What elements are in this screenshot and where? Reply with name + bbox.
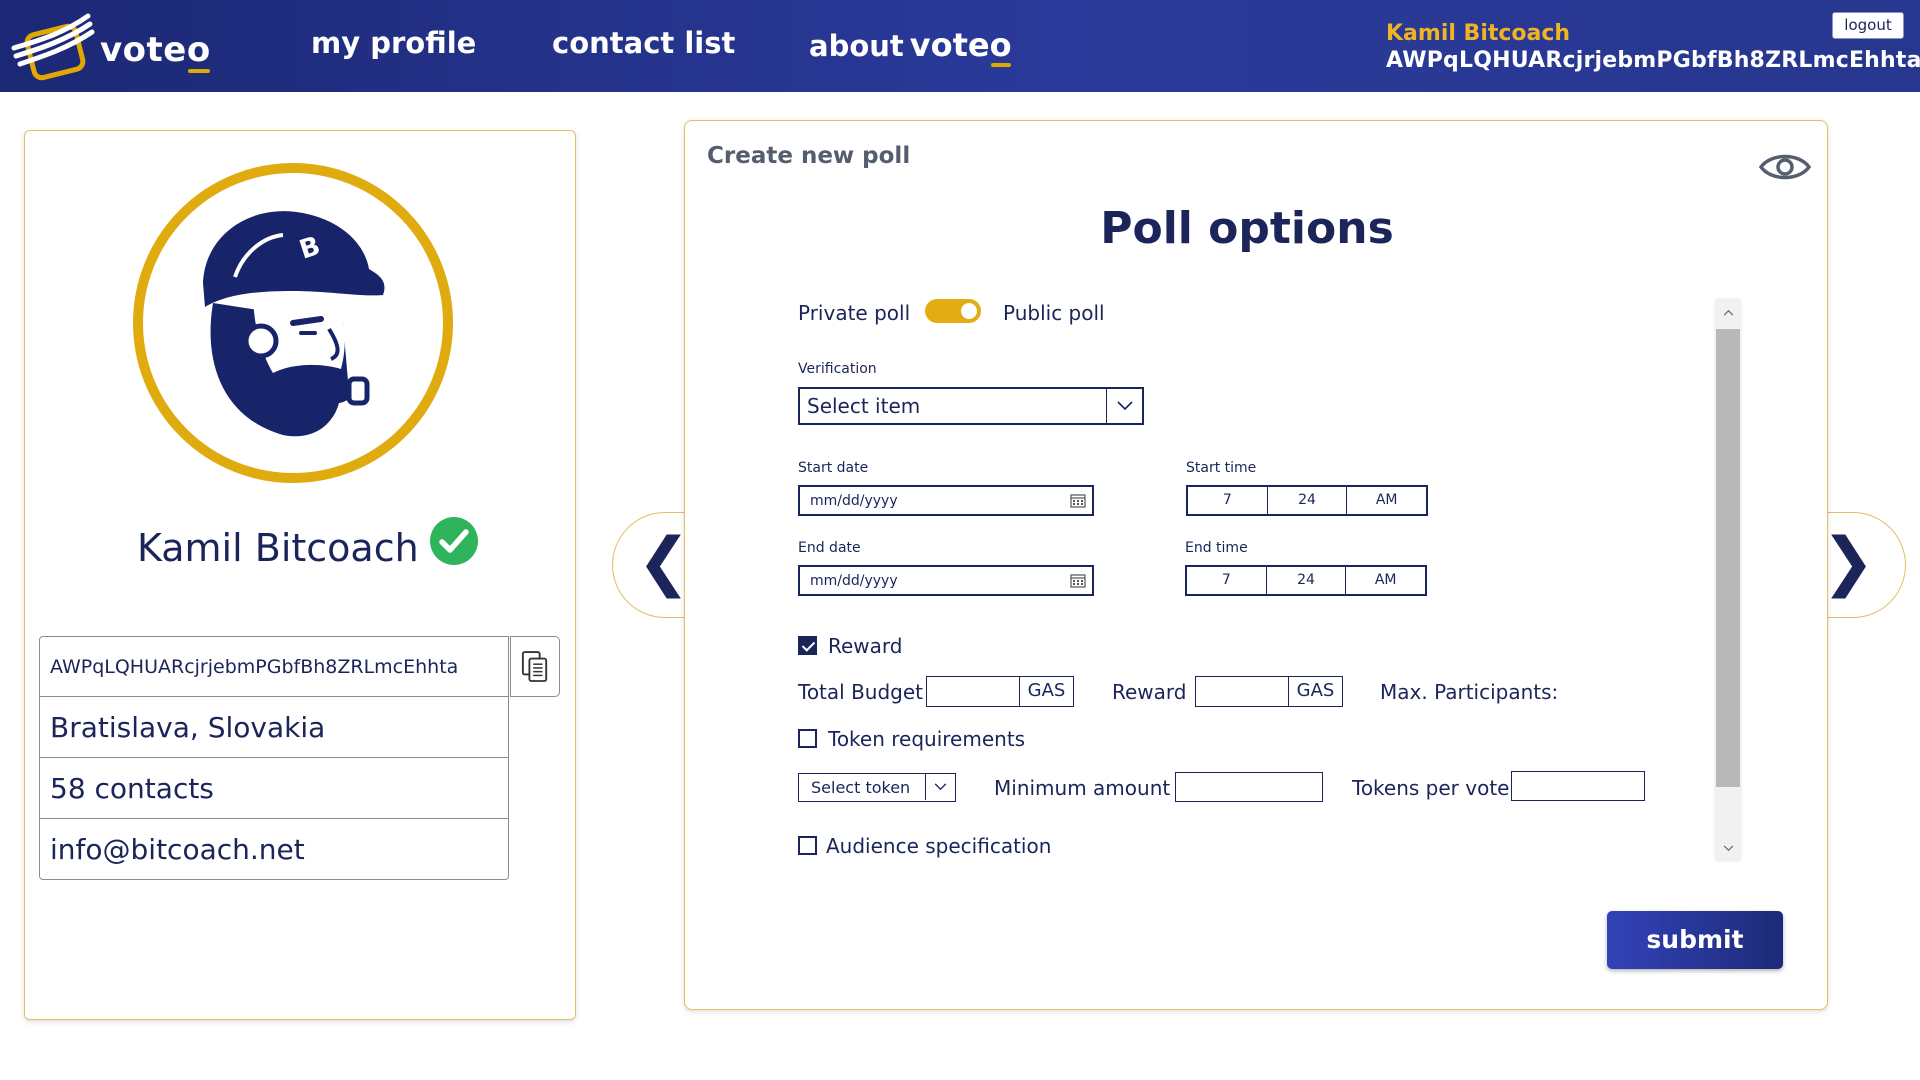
copy-icon — [521, 650, 548, 682]
profile-info-list: AWPqLQHUARcjrjebmPGbfBh8ZRLmcEhhta Brati… — [39, 636, 509, 880]
nav-contact-list[interactable]: contact list — [552, 26, 735, 60]
start-time-minute[interactable]: 24 — [1268, 487, 1348, 514]
bearded-man-cap-pipe-icon: B — [203, 211, 385, 437]
end-date-label: End date — [798, 540, 861, 556]
brand-logo[interactable]: voteo — [10, 10, 211, 82]
nav-my-profile[interactable]: my profile — [311, 26, 476, 60]
verified-check-icon — [430, 517, 478, 565]
end-time-minute[interactable]: 24 — [1267, 567, 1347, 594]
reward-amount-input[interactable]: GAS — [1195, 676, 1343, 707]
end-date-placeholder: mm/dd/yyyy — [810, 573, 898, 589]
audience-specification-label: Audience specification — [826, 834, 1052, 858]
profile-location-row: Bratislava, Slovakia — [39, 697, 509, 758]
token-requirements-checkbox[interactable] — [798, 729, 817, 748]
token-select[interactable]: Select token — [798, 773, 956, 802]
chevron-left-icon: ❮ — [637, 525, 691, 599]
chevron-down-icon — [925, 774, 955, 800]
nav-about-voteo[interactable]: about voteo — [809, 26, 1012, 67]
start-time-hour[interactable]: 7 — [1188, 487, 1268, 514]
brand-name: voteo — [100, 30, 211, 73]
profile-contacts-row: 58 contacts — [39, 758, 509, 819]
private-poll-label: Private poll — [798, 301, 911, 325]
tokens-per-vote-input[interactable] — [1511, 771, 1645, 801]
profile-address: AWPqLQHUARcjrjebmPGbfBh8ZRLmcEhhta — [50, 655, 459, 678]
verification-select[interactable]: Select item — [798, 387, 1144, 425]
start-time-period[interactable]: AM — [1347, 487, 1426, 514]
scroll-down-icon[interactable] — [1715, 835, 1741, 861]
start-date-placeholder: mm/dd/yyyy — [810, 493, 898, 509]
token-select-value: Select token — [811, 778, 911, 797]
public-poll-label: Public poll — [1003, 301, 1105, 325]
verification-selected-value: Select item — [807, 394, 921, 418]
create-poll-heading: Create new poll — [707, 143, 911, 169]
total-budget-unit: GAS — [1019, 677, 1073, 706]
end-time-period[interactable]: AM — [1346, 567, 1425, 594]
profile-name: Kamil Bitcoach — [137, 526, 419, 570]
reward-amount-unit: GAS — [1288, 677, 1342, 706]
end-time-label: End time — [1185, 540, 1248, 556]
total-budget-field[interactable] — [927, 677, 1019, 706]
avatar: B — [133, 163, 453, 483]
profile-email-row: info@bitcoach.net — [39, 819, 509, 880]
copy-address-button[interactable] — [510, 636, 560, 697]
total-budget-label: Total Budget — [798, 680, 923, 704]
start-date-input[interactable]: mm/dd/yyyy — [798, 485, 1094, 516]
end-time-input: 7 24 AM — [1185, 565, 1427, 596]
verification-label: Verification — [798, 361, 877, 377]
end-date-input[interactable]: mm/dd/yyyy — [798, 565, 1094, 596]
form-scrollbar[interactable] — [1715, 299, 1741, 861]
profile-card: B Kamil Bitcoach AWPqLQHUARcjrjebmPGbfBh… — [24, 130, 576, 1020]
start-time-label: Start time — [1186, 460, 1257, 476]
reward-amount-label: Reward — [1112, 680, 1187, 704]
chevron-right-icon: ❯ — [1821, 525, 1875, 599]
audience-specification-checkbox[interactable] — [798, 836, 817, 855]
nav-about-brand: voteo — [909, 26, 1012, 67]
reward-section-label: Reward — [828, 634, 903, 658]
reward-checkbox[interactable] — [798, 636, 817, 655]
create-poll-card: Create new poll Poll options Private pol… — [684, 120, 1828, 1010]
submit-button[interactable]: submit — [1607, 911, 1783, 969]
start-date-label: Start date — [798, 460, 869, 476]
profile-location: Bratislava, Slovakia — [50, 710, 326, 744]
scrollbar-thumb[interactable] — [1716, 329, 1740, 787]
end-time-hour[interactable]: 7 — [1187, 567, 1267, 594]
calendar-icon[interactable] — [1070, 493, 1086, 508]
header-user-name: Kamil Bitcoach — [1386, 21, 1571, 46]
profile-contacts-count: 58 contacts — [50, 771, 214, 805]
poll-visibility-toggle[interactable] — [925, 299, 981, 323]
eye-icon[interactable] — [1759, 149, 1811, 185]
total-budget-input[interactable]: GAS — [926, 676, 1074, 707]
token-requirements-label: Token requirements — [828, 727, 1026, 751]
poll-options-title: Poll options — [1100, 203, 1394, 254]
minimum-amount-label: Minimum amount — [994, 776, 1171, 800]
logout-button[interactable]: logout — [1832, 12, 1904, 39]
tokens-per-vote-label: Tokens per vote — [1352, 776, 1510, 800]
reward-amount-field[interactable] — [1196, 677, 1288, 706]
calendar-icon[interactable] — [1070, 573, 1086, 588]
header-user-address: AWPqLQHUARcjrjebmPGbfBh8ZRLmcEhhta — [1386, 48, 1920, 73]
chevron-down-icon — [1106, 389, 1142, 423]
voteo-logo-icon — [11, 13, 95, 81]
top-nav-bar: voteo my profile contact list about voteo… — [0, 0, 1920, 92]
max-participants-label: Max. Participants: — [1380, 680, 1559, 704]
start-time-input: 7 24 AM — [1186, 485, 1428, 516]
profile-address-row: AWPqLQHUARcjrjebmPGbfBh8ZRLmcEhhta — [39, 636, 509, 697]
nav-about-label: about — [809, 29, 904, 63]
scroll-up-icon[interactable] — [1715, 299, 1741, 325]
minimum-amount-input[interactable] — [1175, 772, 1323, 802]
profile-email: info@bitcoach.net — [50, 832, 305, 866]
